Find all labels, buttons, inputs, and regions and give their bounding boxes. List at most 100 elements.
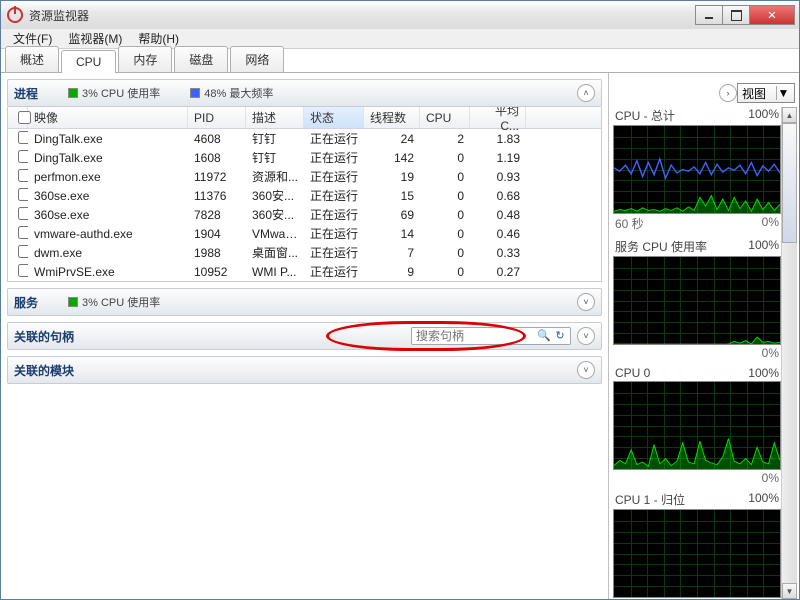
expand-handles[interactable]: ˅ — [577, 327, 595, 345]
cell-threads: 14 — [364, 227, 420, 241]
cell-avg: 0.46 — [470, 227, 526, 241]
services-title: 服务 — [14, 294, 38, 311]
view-dropdown[interactable]: 视图 ▼ — [737, 83, 795, 103]
cell-pid: 7828 — [188, 208, 246, 222]
right-pane: › 视图 ▼ CPU - 总计100%60 秒0%服务 CPU 使用率100%0… — [609, 73, 799, 599]
row-checkbox[interactable] — [18, 131, 28, 144]
chart-pct: 100% — [748, 366, 779, 380]
table-row[interactable]: vmware-authd.exe1904VMwar...正在运行1400.46 — [8, 224, 601, 243]
cell-cpu: 0 — [420, 170, 470, 184]
row-checkbox[interactable] — [18, 226, 28, 239]
tab-network[interactable]: 网络 — [230, 46, 284, 72]
processes-body: 映像 PID 描述 状态 线程数 CPU 平均 C... DingTalk.ex… — [7, 107, 602, 282]
chart-foot-right: 0% — [762, 471, 779, 485]
refresh-icon[interactable]: ↻ — [553, 328, 567, 342]
cell-cpu: 0 — [420, 246, 470, 260]
tab-disk[interactable]: 磁盘 — [174, 46, 228, 72]
cell-threads: 24 — [364, 132, 420, 146]
col-status[interactable]: 状态 — [304, 107, 364, 128]
cell-avg: 0.93 — [470, 170, 526, 184]
cell-desc: 360安... — [246, 187, 304, 204]
processes-stat1: 3% CPU 使用率 — [82, 85, 160, 101]
collapse-right[interactable]: › — [719, 84, 737, 102]
search-wrap: 🔍 ↻ — [411, 327, 571, 345]
services-stat1: 3% CPU 使用率 — [82, 294, 160, 310]
row-checkbox[interactable] — [18, 207, 28, 220]
view-label: 视图 — [742, 85, 766, 102]
tab-cpu[interactable]: CPU — [61, 50, 116, 73]
tab-overview[interactable]: 概述 — [5, 46, 59, 72]
cell-cpu: 0 — [420, 189, 470, 203]
table-row[interactable]: 360se.exe11376360安...正在运行1500.68 — [8, 186, 601, 205]
col-desc[interactable]: 描述 — [246, 107, 304, 128]
row-checkbox[interactable] — [18, 169, 28, 182]
table-row[interactable]: 360se.exe7828360安...正在运行6900.48 — [8, 205, 601, 224]
cell-status: 正在运行 — [304, 263, 364, 280]
dropdown-arrow-icon: ▼ — [776, 86, 790, 100]
handles-header[interactable]: 关联的句柄 🔍 ↻ ˅ — [7, 322, 602, 350]
minimize-button[interactable] — [695, 5, 723, 25]
services-header[interactable]: 服务 3% CPU 使用率 ˅ — [7, 288, 602, 316]
maximize-button[interactable] — [722, 5, 750, 25]
cell-avg: 0.48 — [470, 208, 526, 222]
scroll-down-button[interactable]: ▼ — [782, 583, 797, 599]
col-pid[interactable]: PID — [188, 107, 246, 128]
cell-cpu: 0 — [420, 227, 470, 241]
col-image[interactable]: 映像 — [28, 107, 188, 128]
cell-image: dwm.exe — [28, 246, 188, 260]
cell-desc: 资源和... — [246, 168, 304, 185]
handles-title: 关联的句柄 — [14, 328, 74, 345]
cell-pid: 1608 — [188, 151, 246, 165]
cell-pid: 1988 — [188, 246, 246, 260]
expand-services[interactable]: ˅ — [577, 293, 595, 311]
col-avg[interactable]: 平均 C... — [470, 107, 526, 128]
table-row[interactable]: WmiPrvSE.exe10952WMI P...正在运行900.27 — [8, 262, 601, 281]
modules-header[interactable]: 关联的模块 ˅ — [7, 356, 602, 384]
chart-title: 服务 CPU 使用率 — [615, 238, 707, 255]
tabs: 概述 CPU 内存 磁盘 网络 — [1, 49, 799, 73]
close-button[interactable] — [749, 5, 795, 25]
chart-foot-right: 0% — [762, 346, 779, 360]
table-row[interactable]: DingTalk.exe1608钉钉正在运行14201.19 — [8, 148, 601, 167]
cell-image: 360se.exe — [28, 189, 188, 203]
table-row[interactable]: perfmon.exe11972资源和...正在运行1900.93 — [8, 167, 601, 186]
cell-avg: 0.27 — [470, 265, 526, 279]
main: 进程 3% CPU 使用率 48% 最大频率 ˄ 映像 PID 描述 状态 线程… — [1, 73, 799, 599]
cell-image: WmiPrvSE.exe — [28, 265, 188, 279]
cell-image: DingTalk.exe — [28, 132, 188, 146]
cell-pid: 10952 — [188, 265, 246, 279]
modules-title: 关联的模块 — [14, 362, 74, 379]
table-row[interactable]: DingTalk.exe4608钉钉正在运行2421.83 — [8, 129, 601, 148]
tab-memory[interactable]: 内存 — [118, 46, 172, 72]
cell-cpu: 2 — [420, 132, 470, 146]
row-checkbox[interactable] — [18, 264, 28, 277]
chart-title: CPU - 总计 — [615, 107, 675, 124]
table-row[interactable]: dwm.exe1988桌面窗...正在运行700.33 — [8, 243, 601, 262]
right-scrollbar[interactable]: ▲ ▼ — [781, 107, 797, 599]
cell-status: 正在运行 — [304, 130, 364, 147]
cell-pid: 4608 — [188, 132, 246, 146]
charts-column: CPU - 总计100%60 秒0%服务 CPU 使用率100%0%CPU 01… — [613, 107, 781, 599]
window-title: 资源监视器 — [29, 7, 696, 24]
col-cpu[interactable]: CPU — [420, 107, 470, 128]
expand-modules[interactable]: ˅ — [577, 361, 595, 379]
chart-pct: 100% — [748, 238, 779, 255]
row-checkbox[interactable] — [18, 245, 28, 258]
collapse-processes[interactable]: ˄ — [577, 84, 595, 102]
search-icon[interactable]: 🔍 — [537, 328, 551, 342]
cell-image: vmware-authd.exe — [28, 227, 188, 241]
cell-pid: 11376 — [188, 189, 246, 203]
cell-threads: 15 — [364, 189, 420, 203]
processes-rows: DingTalk.exe4608钉钉正在运行2421.83DingTalk.ex… — [8, 129, 601, 281]
scroll-thumb[interactable] — [782, 123, 797, 243]
chart-pct: 100% — [748, 491, 779, 508]
row-checkbox[interactable] — [18, 150, 28, 163]
scroll-up-button[interactable]: ▲ — [782, 107, 797, 123]
titlebar[interactable]: 资源监视器 — [1, 1, 799, 29]
cell-cpu: 0 — [420, 208, 470, 222]
cell-desc: 钉钉 — [246, 130, 304, 147]
row-checkbox[interactable] — [18, 188, 28, 201]
processes-header[interactable]: 进程 3% CPU 使用率 48% 最大频率 ˄ — [7, 79, 602, 107]
col-threads[interactable]: 线程数 — [364, 107, 420, 128]
cell-status: 正在运行 — [304, 187, 364, 204]
